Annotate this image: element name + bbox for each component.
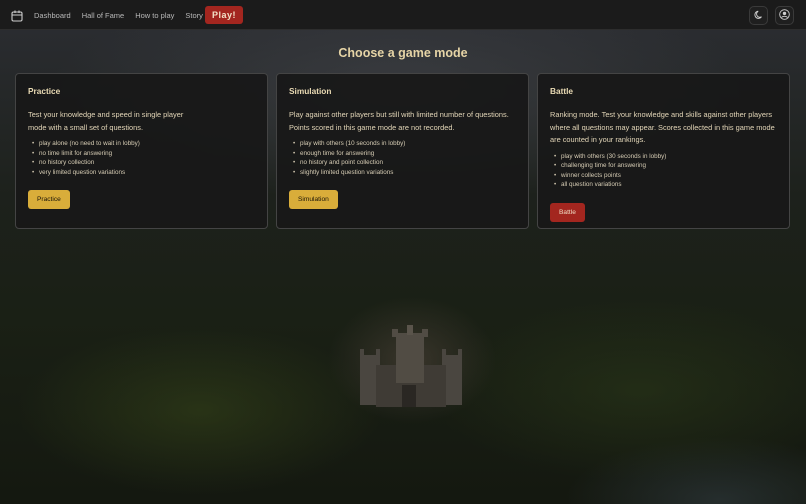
- practice-button[interactable]: Practice: [28, 190, 70, 210]
- feature-list: play with others (30 seconds in lobby) c…: [550, 152, 777, 190]
- card-description: Test your knowledge and speed in single …: [28, 110, 184, 132]
- practice-mode-card: Practice Test your knowledge and speed i…: [15, 73, 268, 229]
- nav-story-link[interactable]: Story: [185, 11, 203, 20]
- user-circle-icon: [779, 7, 790, 25]
- feature-list: play alone (no need to wait in lobby) no…: [28, 139, 255, 177]
- nav-hall-of-fame-link[interactable]: Hall of Fame: [82, 11, 125, 20]
- theme-toggle-button[interactable]: [749, 6, 768, 25]
- list-item: no history collection: [28, 158, 255, 168]
- battle-button[interactable]: Battle: [550, 202, 585, 222]
- page-title: Choose a game mode: [338, 46, 468, 60]
- simulation-button[interactable]: Simulation: [289, 190, 338, 210]
- list-item: play with others (30 seconds in lobby): [550, 152, 777, 162]
- list-item: very limited question variations: [28, 168, 255, 178]
- top-navbar: Dashboard Hall of Fame How to play Story…: [0, 0, 806, 30]
- card-description: Ranking mode. Test your knowledge and sk…: [550, 110, 775, 144]
- list-item: all question variations: [550, 180, 777, 190]
- list-item: slightly limited question variations: [289, 168, 516, 178]
- nav-how-to-play-link[interactable]: How to play: [135, 11, 174, 20]
- nav-links: Dashboard Hall of Fame How to play Story: [34, 0, 214, 30]
- card-title: Battle: [550, 86, 574, 96]
- simulation-mode-card: Simulation Play against other players bu…: [276, 73, 529, 229]
- calendar-icon[interactable]: [11, 9, 23, 22]
- card-title: Simulation: [289, 86, 332, 96]
- list-item: challenging time for answering: [550, 161, 777, 171]
- moon-icon: [753, 7, 764, 25]
- list-item: play alone (no need to wait in lobby): [28, 139, 255, 149]
- card-title: Practice: [28, 86, 61, 96]
- play-button[interactable]: Play!: [205, 6, 243, 24]
- account-button[interactable]: [775, 6, 794, 25]
- battle-mode-card: Battle Ranking mode. Test your knowledge…: [537, 73, 790, 229]
- list-item: winner collects points: [550, 171, 777, 181]
- nav-dashboard-link[interactable]: Dashboard: [34, 11, 71, 20]
- list-item: enough time for answering: [289, 149, 516, 159]
- feature-list: play with others (10 seconds in lobby) e…: [289, 139, 516, 177]
- list-item: play with others (10 seconds in lobby): [289, 139, 516, 149]
- list-item: no history and point collection: [289, 158, 516, 168]
- castle-illustration: [360, 325, 462, 407]
- list-item: no time limit for answering: [28, 149, 255, 159]
- card-description: Play against other players but still wit…: [289, 110, 509, 132]
